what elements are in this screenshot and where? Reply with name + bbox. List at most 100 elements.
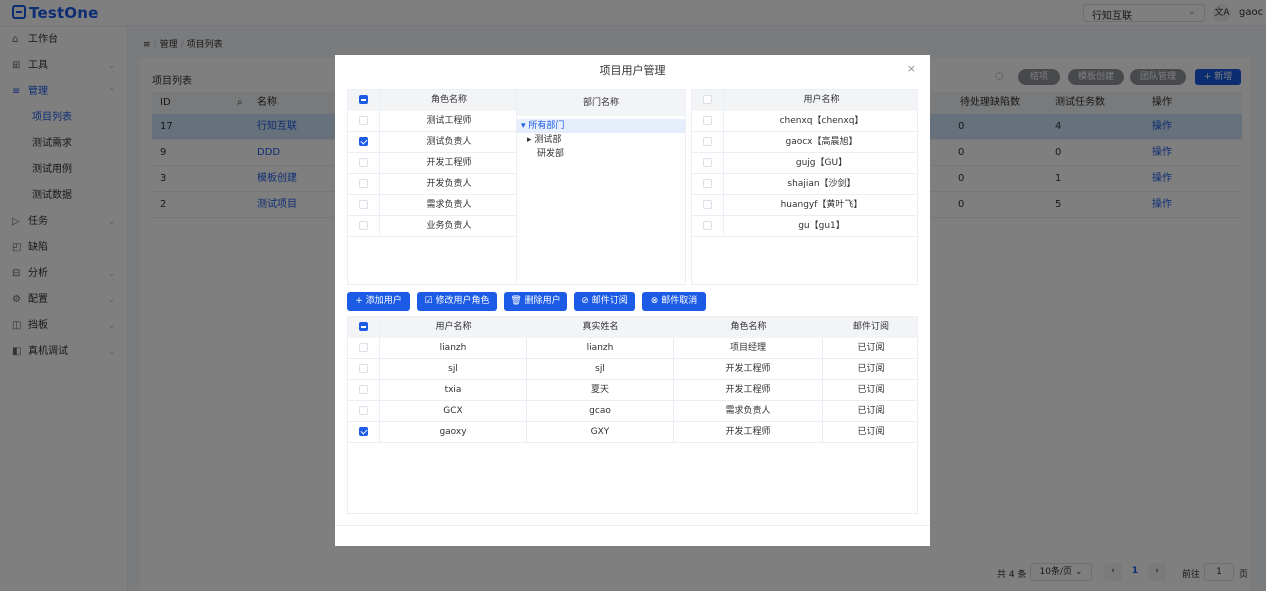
role-row[interactable]: 需求负责人 xyxy=(348,195,516,216)
col-role-name: 角色名称 xyxy=(730,322,767,332)
project-user-modal: 项目用户管理 × 角色名称 测试工程师 测试负责人 开发工程师 开发负责人 需求… xyxy=(335,55,930,546)
tree-node-rd-dept[interactable]: 研发部 xyxy=(517,147,685,161)
role-label: 测试负责人 xyxy=(426,137,472,147)
delete-user-button[interactable]: 🗑 删除用户 xyxy=(504,292,567,311)
user-label: gujg【GU】 xyxy=(795,158,848,168)
member-checkbox[interactable] xyxy=(359,427,368,436)
user-row[interactable]: gaocx【高晨旭】 xyxy=(692,132,917,153)
role-row[interactable]: 开发负责人 xyxy=(348,174,516,195)
cell-real-name: GXY xyxy=(527,422,674,443)
tree-node-all-departments[interactable]: ▾ 所有部门 xyxy=(517,119,685,133)
cell-username: txia xyxy=(380,380,527,401)
role-checkbox[interactable] xyxy=(359,200,368,209)
role-label: 需求负责人 xyxy=(426,200,472,210)
close-icon[interactable]: × xyxy=(907,62,916,75)
cell-mail-status: 已订阅 xyxy=(857,343,885,353)
cell-mail-status: 已订阅 xyxy=(857,427,885,437)
department-header: 部门名称 xyxy=(517,90,685,116)
member-checkbox[interactable] xyxy=(359,364,368,373)
roles-header-label: 角色名称 xyxy=(430,95,467,105)
cell-role: 开发工程师 xyxy=(674,380,823,401)
user-label: huangyf【黄叶飞】 xyxy=(780,200,863,210)
user-checkbox[interactable] xyxy=(703,179,712,188)
tree-node-label: 测试部 xyxy=(534,135,562,145)
caret-down-icon[interactable]: ▾ xyxy=(521,121,526,131)
cell-real-name: lianzh xyxy=(527,338,674,359)
roles-header: 角色名称 xyxy=(348,90,516,111)
checkbox[interactable] xyxy=(703,95,712,104)
member-checkbox[interactable] xyxy=(359,343,368,352)
user-checkbox[interactable] xyxy=(703,221,712,230)
user-checkbox[interactable] xyxy=(703,116,712,125)
member-row[interactable]: sjl sjl 开发工程师 已订阅 xyxy=(348,359,917,380)
role-row[interactable]: 开发工程师 xyxy=(348,153,516,174)
role-row[interactable]: 业务负责人 xyxy=(348,216,516,237)
tree-node-test-dept[interactable]: ▸ 测试部 xyxy=(517,133,685,147)
cell-mail-status: 已订阅 xyxy=(857,385,885,395)
users-header: 用户名称 xyxy=(692,90,917,111)
role-label: 开发负责人 xyxy=(426,179,472,189)
cell-username: lianzh xyxy=(380,338,527,359)
member-checkbox[interactable] xyxy=(359,385,368,394)
col-username: 用户名称 xyxy=(435,322,472,332)
cell-mail-status: 已订阅 xyxy=(857,364,885,374)
role-checkbox[interactable] xyxy=(359,221,368,230)
cell-mail-status: 已订阅 xyxy=(857,406,885,416)
member-row[interactable]: txia 夏天 开发工程师 已订阅 xyxy=(348,380,917,401)
member-row[interactable]: GCX gcao 需求负责人 已订阅 xyxy=(348,401,917,422)
user-label: gaocx【高晨旭】 xyxy=(785,137,858,147)
cell-role: 开发工程师 xyxy=(674,422,823,443)
cell-real-name: sjl xyxy=(527,359,674,380)
user-label: shajian【沙剑】 xyxy=(787,179,856,189)
col-mail-subscription: 邮件订阅 xyxy=(852,322,889,332)
checkbox-indeterminate[interactable] xyxy=(359,322,368,331)
member-row[interactable]: gaoxy GXY 开发工程师 已订阅 xyxy=(348,422,917,443)
user-row[interactable]: gu【gu1】 xyxy=(692,216,917,237)
role-label: 开发工程师 xyxy=(426,158,472,168)
user-row[interactable]: huangyf【黄叶飞】 xyxy=(692,195,917,216)
cell-role: 开发工程师 xyxy=(674,359,823,380)
mail-subscribe-button[interactable]: ⊘ 邮件订阅 xyxy=(574,292,635,311)
role-label: 测试工程师 xyxy=(426,116,472,126)
user-row[interactable]: shajian【沙剑】 xyxy=(692,174,917,195)
members-table: 用户名称 真实姓名 角色名称 邮件订阅 lianzh lianzh 项目经理 已… xyxy=(347,316,918,514)
members-select-all[interactable] xyxy=(348,317,380,338)
modal-title: 项目用户管理 xyxy=(599,64,666,77)
members-header: 用户名称 真实姓名 角色名称 邮件订阅 xyxy=(348,317,917,338)
cell-username: gaoxy xyxy=(380,422,527,443)
member-checkbox[interactable] xyxy=(359,406,368,415)
role-row[interactable]: 测试负责人 xyxy=(348,132,516,153)
tree-node-label: 研发部 xyxy=(537,149,565,159)
user-row[interactable]: gujg【GU】 xyxy=(692,153,917,174)
role-label: 业务负责人 xyxy=(426,221,472,231)
user-label: gu【gu1】 xyxy=(798,221,845,231)
member-row[interactable]: lianzh lianzh 项目经理 已订阅 xyxy=(348,338,917,359)
cell-role: 需求负责人 xyxy=(674,401,823,422)
users-panel: 用户名称 chenxq【chenxq】 gaocx【高晨旭】 gujg【GU】 … xyxy=(691,89,918,285)
user-checkbox[interactable] xyxy=(703,200,712,209)
cell-role: 项目经理 xyxy=(674,338,823,359)
mail-unsubscribe-button[interactable]: ⊗ 邮件取消 xyxy=(642,292,706,311)
caret-right-icon[interactable]: ▸ xyxy=(527,135,532,145)
cell-username: GCX xyxy=(380,401,527,422)
user-row[interactable]: chenxq【chenxq】 xyxy=(692,111,917,132)
role-checkbox[interactable] xyxy=(359,137,368,146)
user-checkbox[interactable] xyxy=(703,158,712,167)
role-checkbox[interactable] xyxy=(359,158,368,167)
role-checkbox[interactable] xyxy=(359,179,368,188)
users-select-all[interactable] xyxy=(692,90,724,111)
roles-select-all[interactable] xyxy=(348,90,380,111)
edit-user-role-button[interactable]: ☑ 修改用户角色 xyxy=(417,292,497,311)
roles-panel: 角色名称 测试工程师 测试负责人 开发工程师 开发负责人 需求负责人 业务负责人 xyxy=(347,89,517,285)
user-checkbox[interactable] xyxy=(703,137,712,146)
role-row[interactable]: 测试工程师 xyxy=(348,111,516,132)
users-header-label: 用户名称 xyxy=(803,95,840,105)
role-checkbox[interactable] xyxy=(359,116,368,125)
tree-node-label: 所有部门 xyxy=(528,121,565,131)
col-real-name: 真实姓名 xyxy=(582,322,619,332)
add-user-button[interactable]: + 添加用户 xyxy=(347,292,410,311)
department-panel: 部门名称 ▾ 所有部门 ▸ 测试部 研发部 xyxy=(516,89,686,285)
modal-footer-divider xyxy=(335,525,930,526)
checkbox-indeterminate[interactable] xyxy=(359,95,368,104)
cell-username: sjl xyxy=(380,359,527,380)
